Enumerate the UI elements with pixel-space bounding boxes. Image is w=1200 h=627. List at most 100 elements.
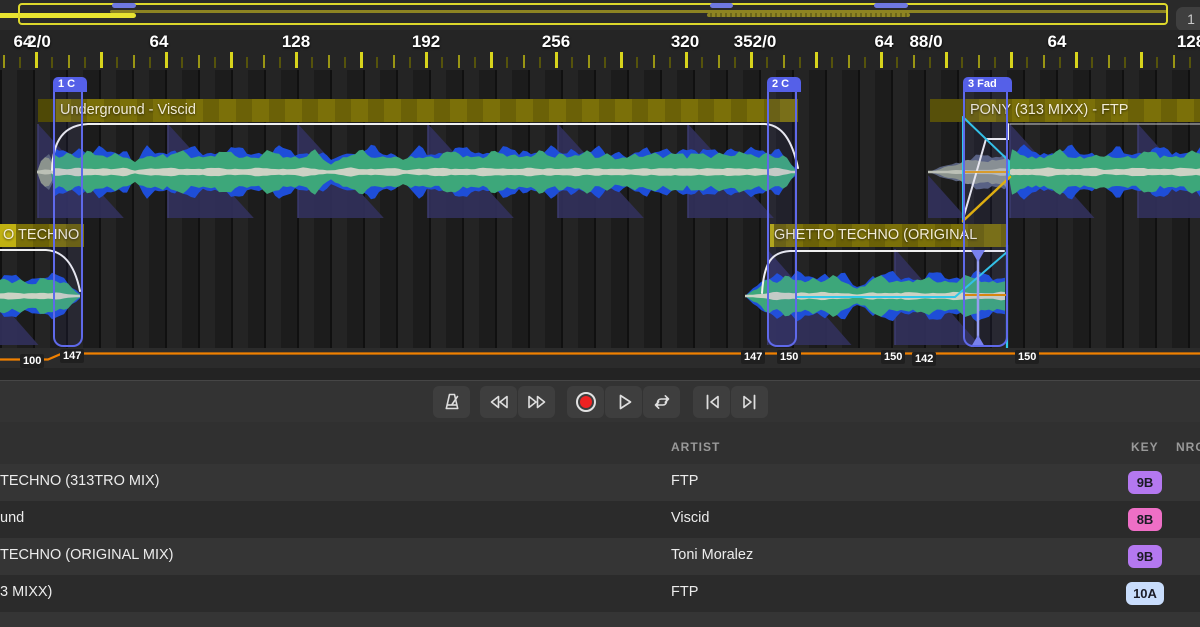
ruler-tick: [246, 57, 248, 68]
beat-ruler[interactable]: 642/064128192256320352/06488/064128: [0, 30, 1200, 70]
overview-cue-marker[interactable]: [112, 3, 136, 8]
rewind-button[interactable]: [480, 386, 517, 418]
transition-marker-band[interactable]: 2 C: [767, 90, 797, 347]
ruler-tick: [620, 52, 623, 68]
ruler-tick: [263, 55, 265, 68]
ruler-tick: [3, 55, 5, 68]
waveform: [37, 157, 53, 187]
track-list-row[interactable]: TECHNO (313TRO MIX)FTP9B: [0, 464, 1200, 501]
key-badge: 9B: [1128, 545, 1162, 568]
ruler-tick: [474, 57, 476, 68]
ruler-tick: [1108, 55, 1110, 68]
ruler-tick: [116, 57, 118, 68]
fast-forward-button[interactable]: [518, 386, 555, 418]
ruler-tick: [490, 52, 493, 68]
track-list-row[interactable]: undViscid8B: [0, 501, 1200, 538]
overview-minimap[interactable]: 1: [0, 0, 1200, 30]
ruler-tick: [799, 57, 801, 68]
overview-cue-marker[interactable]: [874, 3, 908, 8]
ruler-tick: [68, 55, 70, 68]
column-header-nrg[interactable]: NRG: [1176, 440, 1200, 454]
ruler-tick: [994, 57, 996, 68]
tempo-value-label[interactable]: 150: [777, 350, 801, 364]
track-title-cell: 3 MIXX): [0, 584, 52, 600]
transition-marker-band[interactable]: 1 C: [53, 90, 83, 347]
ruler-tick: [653, 55, 655, 68]
phrase-triangle: [882, 124, 966, 218]
skip-start-button[interactable]: [693, 386, 730, 418]
ruler-tick: [1075, 52, 1078, 68]
tempo-value-label[interactable]: 142: [912, 352, 936, 366]
play-button[interactable]: [605, 386, 642, 418]
ruler-tick: [669, 57, 671, 68]
ruler-tick: [230, 52, 233, 68]
record-button[interactable]: [567, 386, 604, 418]
ruler-tick: [523, 55, 525, 68]
automation-line: [52, 124, 798, 170]
track-title-cell: TECHNO (313TRO MIX): [0, 473, 160, 489]
track-list-row-partial: [0, 612, 1200, 627]
overview-cue-marker[interactable]: [710, 3, 733, 8]
tempo-value-label[interactable]: 147: [741, 350, 765, 364]
ruler-tick: [84, 57, 86, 68]
ruler-tick: [328, 55, 330, 68]
tempo-value-label[interactable]: 150: [881, 350, 905, 364]
ruler-beat-label: 192: [412, 32, 440, 52]
ruler-tick: [1010, 52, 1013, 68]
waveform: [37, 170, 53, 175]
key-badge: 8B: [1128, 508, 1162, 531]
column-header-artist[interactable]: ARTIST: [671, 440, 720, 454]
ruler-tick: [311, 57, 313, 68]
phrase-triangle: [688, 124, 774, 218]
record-icon: [576, 392, 596, 412]
track-title-bar[interactable]: Underground - Viscid: [38, 99, 798, 122]
ruler-tick: [279, 57, 281, 68]
ruler-tick: [133, 55, 135, 68]
ruler-tick: [149, 57, 151, 68]
ruler-tick: [393, 55, 395, 68]
tempo-value-label[interactable]: 100: [20, 354, 44, 368]
record-dot: [580, 396, 592, 408]
ruler-tick: [295, 52, 298, 68]
track-artist-cell: FTP: [671, 584, 698, 600]
skipend-icon: [738, 390, 762, 414]
ruler-tick: [51, 57, 53, 68]
track-list-row[interactable]: TECHNO (ORIGINAL MIX)Toni Moralez9B: [0, 538, 1200, 575]
ruler-tick: [766, 57, 768, 68]
transition-marker-badge[interactable]: 2 C: [767, 77, 801, 92]
column-header-key[interactable]: KEY: [1131, 440, 1159, 454]
ruler-tick: [1059, 57, 1061, 68]
ruler-beat-label: 128: [282, 32, 310, 52]
transition-marker-badge[interactable]: 3 Fad: [963, 77, 1012, 92]
ruler-tick: [539, 57, 541, 68]
metronome-button[interactable]: [433, 386, 470, 418]
overview-viewport-rect[interactable]: [18, 3, 1168, 25]
transition-marker-badge[interactable]: 1 C: [53, 77, 87, 92]
track-list-row[interactable]: 3 MIXX)FTP10A: [0, 575, 1200, 612]
transition-marker-band[interactable]: 3 Fad: [963, 90, 1008, 347]
track-artist-cell: FTP: [671, 473, 698, 489]
timeline-canvas[interactable]: Underground - ViscidPONY (313 MIXX) - FT…: [0, 70, 1200, 348]
ruler-tick: [571, 57, 573, 68]
ruler-tick: [425, 52, 428, 68]
ruler-tick: [896, 57, 898, 68]
ffwd-icon: [525, 390, 549, 414]
ruler-tick: [750, 52, 753, 68]
track-title-label: GHETTO TECHNO (ORIGINAL: [774, 227, 977, 243]
ruler-tick: [604, 57, 606, 68]
loop-button[interactable]: [643, 386, 680, 418]
track-title-cell: TECHNO (ORIGINAL MIX): [0, 547, 173, 563]
track-artist-cell: Viscid: [671, 510, 709, 526]
metronome-icon: [440, 390, 464, 414]
ruler-beat-label: 88/0: [909, 32, 942, 52]
phrase-triangle: [168, 124, 254, 218]
tempo-ruler: 100 147 147 150 150 142 150: [0, 348, 1200, 368]
tempo-value-label[interactable]: 150: [1015, 350, 1039, 364]
ruler-beat-label: 352/0: [734, 32, 777, 52]
skip-end-button[interactable]: [731, 386, 768, 418]
loop-icon: [650, 390, 674, 414]
tempo-value-label[interactable]: 147: [60, 349, 84, 363]
ruler-tick: [344, 57, 346, 68]
ruler-tick: [848, 55, 850, 68]
rewind-icon: [487, 390, 511, 414]
